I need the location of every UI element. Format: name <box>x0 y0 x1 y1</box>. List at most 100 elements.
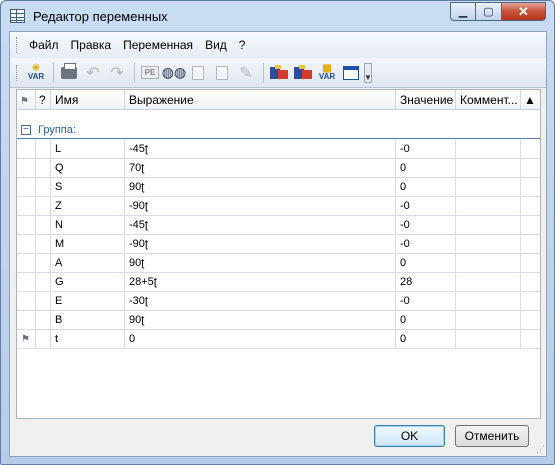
cell-name[interactable]: A <box>51 254 125 273</box>
row-flag-cell[interactable]: ⚑ <box>17 330 36 349</box>
print-button[interactable] <box>58 62 80 84</box>
header-name[interactable]: Имя <box>51 90 125 110</box>
redo-button[interactable]: ↷ <box>106 62 128 84</box>
ok-button[interactable]: OK <box>374 425 445 447</box>
cell-comment[interactable] <box>456 140 521 159</box>
cell-name[interactable]: S <box>51 178 125 197</box>
cell-value[interactable]: -0 <box>396 140 456 159</box>
table-row[interactable]: M -90ʈ -0 <box>17 235 540 254</box>
toolbar-overflow-button[interactable]: ▼ <box>364 62 372 83</box>
header-expression[interactable]: Выражение <box>125 90 396 110</box>
menu-grip[interactable] <box>16 37 19 53</box>
cell-warn[interactable] <box>521 273 540 292</box>
cell-name[interactable]: M <box>51 235 125 254</box>
menu-help[interactable]: ? <box>235 38 254 52</box>
cell-name[interactable]: L <box>51 140 125 159</box>
menu-variable[interactable]: Переменная <box>119 38 201 52</box>
table-row[interactable]: Q 70ʈ 0 <box>17 159 540 178</box>
cell-q[interactable] <box>36 292 51 311</box>
resize-grip-icon[interactable]: ⋰ <box>536 444 545 455</box>
cell-value[interactable]: 28 <box>396 273 456 292</box>
import-button[interactable] <box>292 62 314 84</box>
minimize-button[interactable]: ▁ <box>450 2 476 21</box>
find-button[interactable]: ◍◍ <box>162 62 186 84</box>
cell-warn[interactable] <box>521 216 540 235</box>
cell-value[interactable]: 0 <box>396 159 456 178</box>
cell-comment[interactable] <box>456 159 521 178</box>
cell-q[interactable] <box>36 197 51 216</box>
cell-expr[interactable]: 90ʈ <box>125 254 396 273</box>
cell-expr[interactable]: -45ʈ <box>125 216 396 235</box>
row-flag-cell[interactable] <box>17 311 36 330</box>
cell-value[interactable]: 0 <box>396 254 456 273</box>
cell-comment[interactable] <box>456 330 521 349</box>
cell-expr[interactable]: 0 <box>125 330 396 349</box>
row-flag-cell[interactable] <box>17 216 36 235</box>
close-button[interactable]: ✕ <box>502 2 546 21</box>
maximize-button[interactable]: ▢ <box>476 2 502 21</box>
cell-warn[interactable] <box>521 311 540 330</box>
cell-comment[interactable] <box>456 178 521 197</box>
row-flag-cell[interactable] <box>17 140 36 159</box>
cell-q[interactable] <box>36 216 51 235</box>
table-row[interactable]: N -45ʈ -0 <box>17 216 540 235</box>
cell-q[interactable] <box>36 330 51 349</box>
row-flag-cell[interactable] <box>17 197 36 216</box>
table-row[interactable]: ⚑ t 0 0 <box>17 330 540 349</box>
new-variable-button[interactable]: ✳ VAR <box>25 62 47 84</box>
table-row[interactable]: G 28+5ʈ 28 <box>17 273 540 292</box>
cell-value[interactable]: 0 <box>396 178 456 197</box>
cell-comment[interactable] <box>456 273 521 292</box>
row-flag-cell[interactable] <box>17 292 36 311</box>
cell-name[interactable]: Q <box>51 159 125 178</box>
window-button[interactable] <box>340 62 362 84</box>
row-flag-cell[interactable] <box>17 178 36 197</box>
cell-comment[interactable] <box>456 235 521 254</box>
cell-comment[interactable] <box>456 197 521 216</box>
cell-comment[interactable] <box>456 216 521 235</box>
cell-warn[interactable] <box>521 254 540 273</box>
cell-value[interactable]: 0 <box>396 330 456 349</box>
wizard-button[interactable]: ✎ <box>235 62 257 84</box>
export-button[interactable] <box>268 62 290 84</box>
menu-view[interactable]: Вид <box>201 38 235 52</box>
pe-button[interactable]: PE <box>139 62 161 84</box>
cancel-button[interactable]: Отменить <box>455 425 529 447</box>
cell-warn[interactable] <box>521 197 540 216</box>
cell-value[interactable]: -0 <box>396 292 456 311</box>
cell-warn[interactable] <box>521 235 540 254</box>
cell-name[interactable]: t <box>51 330 125 349</box>
cell-expr[interactable]: -30ʈ <box>125 292 396 311</box>
header-warning[interactable]: ▲ <box>521 90 540 110</box>
header-question[interactable]: ? <box>36 90 51 110</box>
row-flag-cell[interactable] <box>17 254 36 273</box>
cell-value[interactable]: -0 <box>396 216 456 235</box>
cell-warn[interactable] <box>521 292 540 311</box>
cell-value[interactable]: -0 <box>396 235 456 254</box>
cell-comment[interactable] <box>456 311 521 330</box>
menu-edit[interactable]: Правка <box>67 38 120 52</box>
collapse-icon[interactable]: − <box>21 125 31 135</box>
cell-q[interactable] <box>36 254 51 273</box>
cell-expr[interactable]: -45ʈ <box>125 140 396 159</box>
group-row[interactable]: − Группа: <box>17 123 540 139</box>
header-flag[interactable]: ⚑ <box>17 90 36 110</box>
row-flag-cell[interactable] <box>17 273 36 292</box>
cell-name[interactable]: G <box>51 273 125 292</box>
table-row[interactable]: B 90ʈ 0 <box>17 311 540 330</box>
table-row[interactable]: S 90ʈ 0 <box>17 178 540 197</box>
cell-warn[interactable] <box>521 140 540 159</box>
new-var-button[interactable]: ▦ VAR <box>316 62 338 84</box>
menu-file[interactable]: Файл <box>25 38 67 52</box>
cell-q[interactable] <box>36 140 51 159</box>
table-row[interactable]: E -30ʈ -0 <box>17 292 540 311</box>
row-flag-cell[interactable] <box>17 235 36 254</box>
cell-comment[interactable] <box>456 292 521 311</box>
cell-name[interactable]: Z <box>51 197 125 216</box>
cell-name[interactable]: N <box>51 216 125 235</box>
copy-button[interactable] <box>187 62 209 84</box>
cell-warn[interactable] <box>521 330 540 349</box>
table-row[interactable]: Z -90ʈ -0 <box>17 197 540 216</box>
row-flag-cell[interactable] <box>17 159 36 178</box>
cell-expr[interactable]: -90ʈ <box>125 235 396 254</box>
